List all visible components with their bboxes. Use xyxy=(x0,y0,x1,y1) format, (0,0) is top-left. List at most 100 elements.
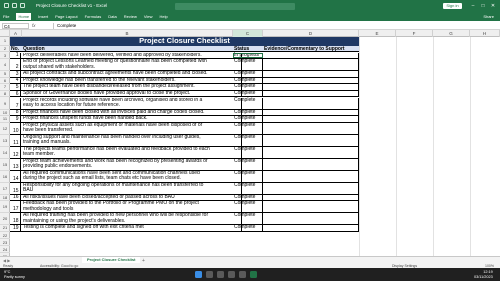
evidence-cell[interactable] xyxy=(263,77,359,84)
tab-page-layout[interactable]: Page Layout xyxy=(55,14,77,19)
question-cell[interactable]: Project deliverables have been delivered… xyxy=(22,52,242,59)
item-number[interactable]: 4 xyxy=(10,77,21,84)
question-cell[interactable]: All required training has been provided … xyxy=(22,213,242,225)
formula-input[interactable]: Complete xyxy=(53,22,493,29)
tab-help[interactable]: Help xyxy=(159,14,167,19)
row-header[interactable]: 18 xyxy=(0,195,10,202)
question-cell[interactable]: Project finances unspent funds have been… xyxy=(22,116,242,122)
item-number[interactable]: 8 xyxy=(10,109,21,116)
item-number[interactable]: 6 xyxy=(10,90,21,97)
status-cell[interactable]: Complete xyxy=(233,90,263,97)
item-number[interactable]: 18 xyxy=(10,213,21,225)
question-cell[interactable]: Testing is complete and signed off with … xyxy=(22,225,242,231)
row-header[interactable]: 5 xyxy=(0,71,10,78)
row-header[interactable]: 22 xyxy=(0,232,10,239)
evidence-cell[interactable] xyxy=(263,109,359,116)
evidence-cell[interactable] xyxy=(263,225,359,231)
close-button[interactable]: ✕ xyxy=(490,3,496,9)
name-box[interactable]: C4 xyxy=(2,22,29,29)
system-clock[interactable]: 12:19 03/11/2023 xyxy=(474,270,493,279)
evidence-cell[interactable] xyxy=(263,194,359,201)
status-cell[interactable]: Complete xyxy=(233,182,263,194)
evidence-cell[interactable] xyxy=(263,134,359,146)
question-cell[interactable]: Sponsor or Governance bodies have provid… xyxy=(22,90,242,97)
item-number[interactable]: 2 xyxy=(10,59,21,71)
row-header[interactable]: 16 xyxy=(0,171,10,183)
autosave-icon[interactable] xyxy=(4,3,9,8)
column-header[interactable]: G xyxy=(433,30,470,37)
item-number[interactable]: 3 xyxy=(10,71,21,77)
row-header[interactable]: 6 xyxy=(0,78,10,85)
evidence-cell[interactable] xyxy=(263,201,359,213)
column-header[interactable]: D xyxy=(263,30,359,37)
status-cell[interactable]: Complete xyxy=(233,122,263,134)
task-view-icon[interactable] xyxy=(217,270,224,278)
evidence-cell[interactable] xyxy=(263,97,359,109)
question-cell[interactable]: All required communications have been se… xyxy=(22,170,242,182)
tab-view[interactable]: View xyxy=(144,14,153,19)
question-cell[interactable]: Feedback has been provided to the Portfo… xyxy=(22,201,242,213)
question-cell[interactable]: Project team achievements and work has b… xyxy=(22,158,242,170)
undo-icon[interactable] xyxy=(20,3,25,8)
item-number[interactable]: 11 xyxy=(10,134,21,146)
evidence-cell[interactable] xyxy=(263,182,359,194)
question-cell[interactable]: The projects teams performance has been … xyxy=(22,146,242,158)
fx-icon[interactable]: fx xyxy=(32,23,36,28)
question-cell[interactable]: Responsibility for any ongoing operation… xyxy=(22,182,242,194)
row-header[interactable]: 19 xyxy=(0,201,10,214)
row-header[interactable]: 12 xyxy=(0,123,10,135)
item-number[interactable]: 5 xyxy=(10,84,21,90)
item-number[interactable]: 13 xyxy=(10,158,21,170)
item-number[interactable]: 7 xyxy=(10,97,21,109)
evidence-cell[interactable] xyxy=(263,71,359,77)
question-cell[interactable]: Project finances have been closed with a… xyxy=(22,109,242,116)
evidence-cell[interactable] xyxy=(263,59,359,71)
select-all-corner[interactable] xyxy=(0,30,10,37)
row-header[interactable]: 2 xyxy=(0,46,10,52)
share-button[interactable]: Share xyxy=(483,14,494,19)
row-header[interactable]: 20 xyxy=(0,213,10,226)
status-cell[interactable]: Complete xyxy=(233,170,263,182)
row-header[interactable]: 15 xyxy=(0,159,10,171)
status-cell[interactable]: Complete xyxy=(233,225,263,231)
question-cell[interactable]: End of project Lessons Learned meeting o… xyxy=(22,59,242,71)
row-header[interactable]: 14 xyxy=(0,147,10,159)
status-cell[interactable]: Complete xyxy=(233,146,263,158)
row-header[interactable]: 10 xyxy=(0,110,10,117)
checklist-title[interactable]: Project Closure Checklist xyxy=(10,36,359,46)
row-header[interactable]: 11 xyxy=(0,116,10,123)
row-header[interactable]: 4 xyxy=(0,59,10,72)
question-cell[interactable]: The project team have been disbanded/rel… xyxy=(22,84,242,90)
item-number[interactable]: 15 xyxy=(10,182,21,194)
display-settings[interactable]: Display Settings xyxy=(392,264,417,268)
tab-file[interactable]: File xyxy=(3,14,9,19)
item-number[interactable]: 14 xyxy=(10,170,21,182)
row-header[interactable]: 23 xyxy=(0,239,10,246)
weather-widget[interactable]: 9°C Partly sunny xyxy=(4,270,25,279)
row-header[interactable]: 24 xyxy=(0,246,10,253)
item-number[interactable]: 10 xyxy=(10,122,21,134)
evidence-cell[interactable] xyxy=(263,170,359,182)
tab-home[interactable]: Home xyxy=(16,13,32,20)
status-cell[interactable]: Complete xyxy=(233,158,263,170)
row-header[interactable]: 13 xyxy=(0,135,10,147)
evidence-cell[interactable] xyxy=(263,116,359,122)
status-cell[interactable]: Complete xyxy=(233,71,263,77)
question-cell[interactable]: Project physical assets such as equipmen… xyxy=(22,122,242,134)
column-header[interactable]: F xyxy=(396,30,433,37)
search-icon[interactable] xyxy=(206,270,213,278)
column-header[interactable]: A xyxy=(10,30,22,37)
search-box[interactable] xyxy=(175,2,295,10)
evidence-cell[interactable] xyxy=(263,146,359,158)
zoom-level[interactable]: 100% xyxy=(485,264,494,268)
question-cell[interactable]: Project records including software have … xyxy=(22,97,242,109)
header-no[interactable]: No. xyxy=(11,46,19,53)
status-cell[interactable]: Complete xyxy=(233,58,263,71)
status-cell[interactable]: Complete xyxy=(233,213,263,225)
evidence-cell[interactable] xyxy=(263,158,359,170)
minimize-button[interactable]: – xyxy=(470,3,476,9)
column-header[interactable]: E xyxy=(359,30,396,37)
item-number[interactable]: 1 xyxy=(10,52,21,59)
save-icon[interactable] xyxy=(12,3,17,8)
evidence-cell[interactable] xyxy=(263,84,359,90)
